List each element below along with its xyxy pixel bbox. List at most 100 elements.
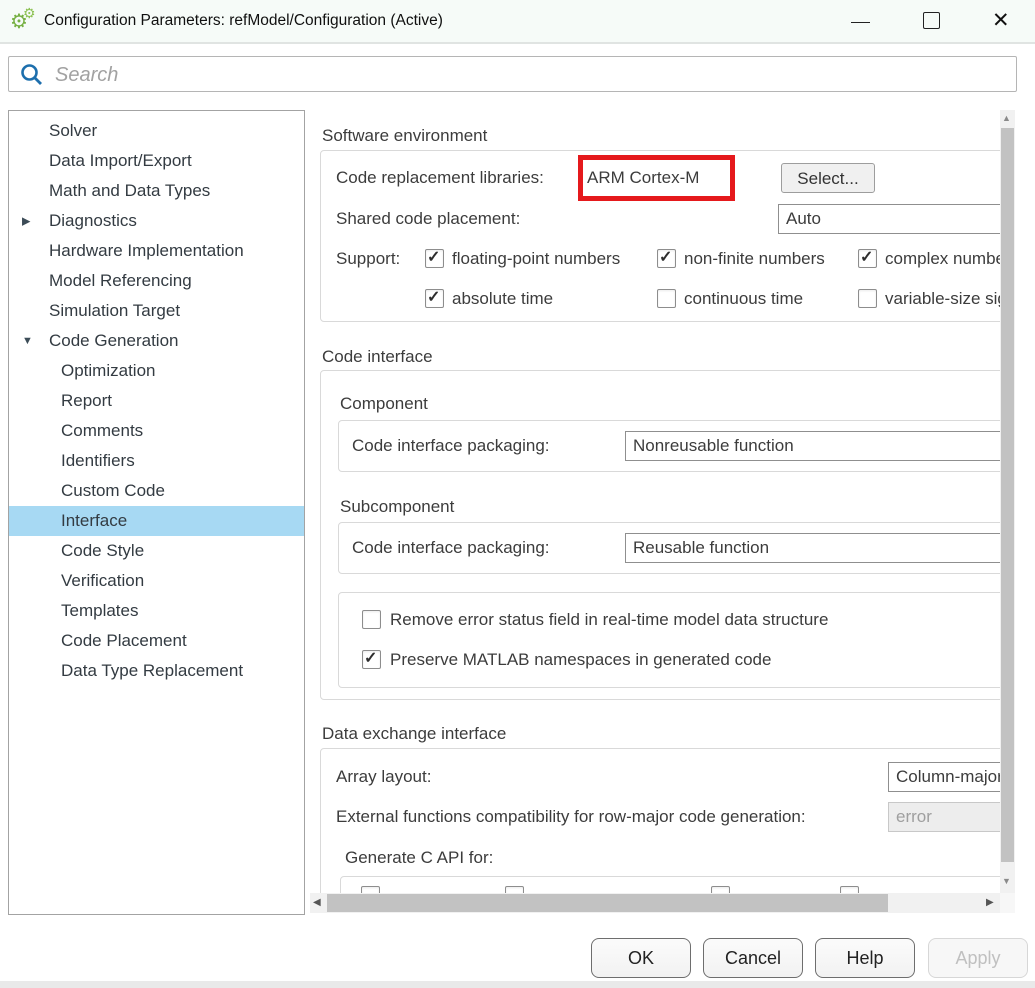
checkbox-label: Preserve MATLAB namespaces in generated … (390, 650, 771, 670)
sidebar-item-data-type-replacement[interactable]: Data Type Replacement (9, 656, 304, 686)
checkbox-non-finite-numbers[interactable]: ✓ (657, 249, 676, 268)
sidebar-item-interface[interactable]: Interface (9, 506, 304, 536)
subcomponent-packaging-dropdown[interactable]: Reusable function (625, 533, 1000, 563)
help-button[interactable]: Help (815, 938, 915, 978)
checkbox-label: absolute time (452, 289, 553, 309)
checkbox-label: non-finite numbers (684, 249, 825, 269)
sidebar-item-label: Templates (61, 601, 138, 621)
sidebar-item-label: Report (61, 391, 112, 411)
checkbox-preserve-matlab-namespaces[interactable]: ✓ (362, 650, 381, 669)
sidebar-item-math-and-data-types[interactable]: Math and Data Types (9, 176, 304, 206)
maximize-icon[interactable] (923, 12, 940, 29)
sidebar-item-data-import-export[interactable]: Data Import/Export (9, 146, 304, 176)
checkmark-icon: ✓ (427, 250, 443, 266)
sidebar-item-label: Code Style (61, 541, 144, 561)
sidebar-item-verification[interactable]: Verification (9, 566, 304, 596)
ok-button[interactable]: OK (591, 938, 691, 978)
checkbox-floating-point-numbers[interactable]: ✓ (425, 249, 444, 268)
subcomponent-subheading: Subcomponent (340, 497, 454, 517)
sidebar-item-label: Code Placement (61, 631, 187, 651)
sidebar-item-templates[interactable]: Templates (9, 596, 304, 626)
chevron-down-icon[interactable]: ▼ (22, 335, 33, 347)
scroll-up-icon[interactable]: ▲ (1002, 113, 1011, 123)
sidebar-item-label: Interface (61, 511, 127, 531)
sidebar-item-optimization[interactable]: Optimization (9, 356, 304, 386)
code-replacement-libraries-value-highlighted[interactable]: ARM Cortex-M (578, 155, 735, 201)
code-replacement-libraries-value: ARM Cortex-M (587, 168, 699, 188)
sidebar-item-label: Code Generation (49, 331, 178, 351)
sidebar-item-diagnostics[interactable]: ▶ Diagnostics (9, 206, 304, 236)
subcomponent-packaging-label: Code interface packaging: (352, 538, 550, 558)
search-box[interactable] (8, 56, 1017, 92)
gear-icon: ⚙ (23, 6, 36, 20)
window-bottom-edge (0, 981, 1035, 988)
checkbox-variable-size-signals[interactable]: ✓ (858, 289, 877, 308)
vertical-scrollbar-thumb[interactable] (1001, 128, 1014, 862)
checkbox-continuous-time[interactable]: ✓ (657, 289, 676, 308)
checkbox-complex-numbers[interactable]: ✓ (858, 249, 877, 268)
shared-code-placement-dropdown[interactable]: Auto (778, 204, 1000, 234)
section-heading-data-exchange-interface: Data exchange interface (322, 724, 506, 744)
code-interface-options-group (338, 592, 1000, 688)
chevron-right-icon[interactable]: ▶ (22, 215, 30, 228)
sidebar-item-custom-code[interactable]: Custom Code (9, 476, 304, 506)
sidebar-item-report[interactable]: Report (9, 386, 304, 416)
search-input[interactable] (53, 58, 1007, 92)
cancel-button[interactable]: Cancel (703, 938, 803, 978)
minimize-icon[interactable] (851, 22, 870, 23)
c-api-checkbox[interactable] (361, 886, 380, 893)
array-layout-dropdown[interactable]: Column-major (888, 762, 1000, 792)
sidebar-item-label: Data Import/Export (49, 151, 192, 171)
horizontal-scrollbar[interactable]: ◀ ▶ (310, 893, 1000, 913)
checkbox-absolute-time[interactable]: ✓ (425, 289, 444, 308)
checkmark-icon: ✓ (659, 250, 675, 266)
horizontal-scrollbar-thumb[interactable] (327, 894, 888, 912)
section-heading-code-interface: Code interface (322, 347, 433, 367)
select-library-button[interactable]: Select... (781, 163, 875, 193)
sidebar-item-identifiers[interactable]: Identifiers (9, 446, 304, 476)
component-subheading: Component (340, 394, 428, 414)
sidebar-item-code-placement[interactable]: Code Placement (9, 626, 304, 656)
c-api-checkbox[interactable] (840, 886, 859, 893)
c-api-checkbox[interactable] (505, 886, 524, 893)
sidebar-item-label: Data Type Replacement (61, 661, 243, 681)
scrollbar-corner (1000, 893, 1015, 913)
sidebar-item-comments[interactable]: Comments (9, 416, 304, 446)
sidebar-item-label: Diagnostics (49, 211, 137, 231)
close-icon[interactable]: ✕ (992, 7, 1010, 35)
scroll-right-icon[interactable]: ▶ (986, 897, 994, 908)
scroll-left-icon[interactable]: ◀ (313, 897, 321, 908)
scroll-down-icon[interactable]: ▼ (1002, 876, 1011, 886)
sidebar-item-label: Optimization (61, 361, 155, 381)
generate-c-api-label: Generate C API for: (345, 848, 493, 868)
vertical-scrollbar[interactable]: ▲ ▼ (1000, 110, 1015, 893)
sidebar-item-label: Math and Data Types (49, 181, 210, 201)
simulink-config-gears-icon: ⚙ ⚙ (10, 8, 38, 36)
configuration-parameters-dialog: ⚙ ⚙ Configuration Parameters: refModel/C… (0, 0, 1035, 988)
checkmark-icon: ✓ (427, 290, 443, 306)
sidebar-item-solver[interactable]: Solver (9, 116, 304, 146)
component-packaging-label: Code interface packaging: (352, 436, 550, 456)
sidebar-item-model-referencing[interactable]: Model Referencing (9, 266, 304, 296)
checkmark-icon: ✓ (364, 651, 380, 667)
sidebar-item-label: Simulation Target (49, 301, 180, 321)
title-bar: ⚙ ⚙ Configuration Parameters: refModel/C… (0, 0, 1035, 44)
sidebar-item-simulation-target[interactable]: Simulation Target (9, 296, 304, 326)
sidebar-item-label: Comments (61, 421, 143, 441)
sidebar-item-code-generation[interactable]: ▼ Code Generation (9, 326, 304, 356)
sidebar-item-label: Hardware Implementation (49, 241, 244, 261)
checkbox-label: continuous time (684, 289, 803, 309)
sidebar-item-label: Custom Code (61, 481, 165, 501)
checkbox-label: Remove error status field in real-time m… (390, 610, 828, 630)
apply-button: Apply (928, 938, 1028, 978)
checkbox-label: floating-point numbers (452, 249, 620, 269)
category-tree: Solver Data Import/Export Math and Data … (8, 110, 305, 915)
sidebar-item-hardware-implementation[interactable]: Hardware Implementation (9, 236, 304, 266)
array-layout-label: Array layout: (336, 767, 431, 787)
code-replacement-libraries-label: Code replacement libraries: (336, 168, 544, 188)
component-packaging-dropdown[interactable]: Nonreusable function (625, 431, 1000, 461)
checkbox-remove-error-status-field[interactable]: ✓ (362, 610, 381, 629)
c-api-checkbox[interactable] (711, 886, 730, 893)
shared-code-placement-label: Shared code placement: (336, 209, 520, 229)
sidebar-item-code-style[interactable]: Code Style (9, 536, 304, 566)
